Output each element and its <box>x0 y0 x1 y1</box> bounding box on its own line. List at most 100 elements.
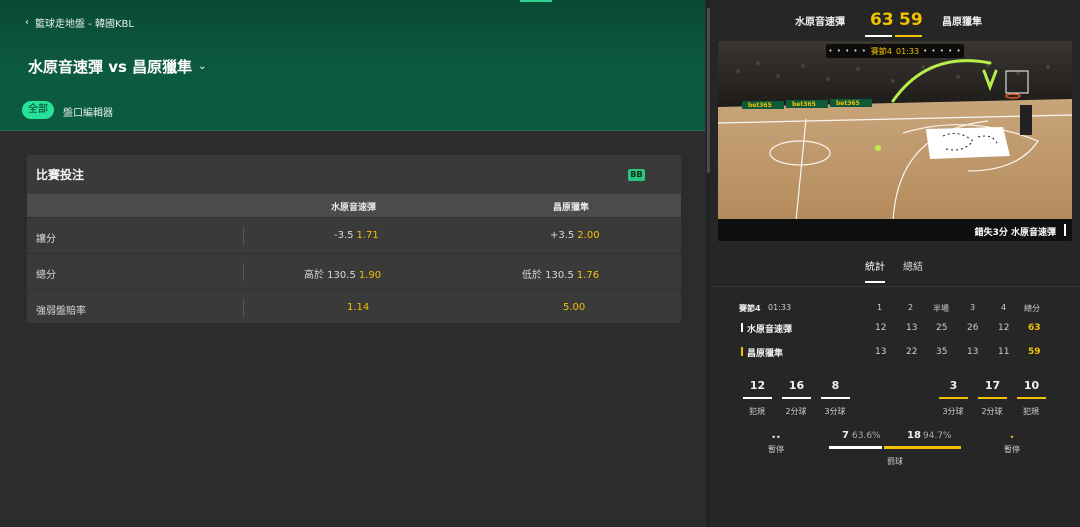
away-fouls-value: 10 <box>1023 379 1040 392</box>
away-q3: 13 <box>967 347 979 357</box>
clock-period: 賽節4 <box>870 46 893 56</box>
home-2pt-value: 16 <box>788 379 805 392</box>
odds-value: 1.90 <box>358 270 382 281</box>
away-timeouts-label: 暫停 <box>1004 445 1020 454</box>
odds-value: 1.76 <box>576 270 600 281</box>
away-3pt-label: 3分球 <box>942 407 964 416</box>
away-2pt-bar <box>978 397 1007 399</box>
home-2pt-label: 2分球 <box>785 407 807 416</box>
home-q3: 26 <box>967 323 979 333</box>
odds-button-home-handicap[interactable]: -3.5 1.71 <box>334 230 379 241</box>
odds-value: 2.00 <box>577 230 600 241</box>
header-q4: 4 <box>1001 303 1007 312</box>
breadcrumb-text[interactable]: 籃球走地盤 - 韓國KBL <box>35 15 134 30</box>
tab-stats[interactable]: 統計 <box>865 258 885 273</box>
scoreboard: 水原音速彈 63 59 昌原獵隼 <box>711 0 1080 40</box>
home-team-marker <box>741 323 743 332</box>
away-q4: 11 <box>998 347 1010 357</box>
active-tab-underline <box>865 281 885 283</box>
header-q2: 2 <box>908 303 914 312</box>
match-title-text[interactable]: 水原音速彈 vs 昌原獵隼 <box>28 56 192 77</box>
top-accent-line <box>520 0 552 2</box>
row-divider <box>243 263 244 281</box>
match-header: ‹ 籃球走地盤 - 韓國KBL 水原音速彈 vs 昌原獵隼 ⌄ 全部 盤口編輯器 <box>0 0 705 131</box>
period-time: 01:33 <box>768 303 792 312</box>
away-team-marker <box>741 347 743 356</box>
court-graphic: bet365 bet365 bet365 <box>718 41 1072 222</box>
home-q1: 12 <box>875 323 887 333</box>
left-content: ‹ 籃球走地盤 - 韓國KBL 水原音速彈 vs 昌原獵隼 ⌄ 全部 盤口編輯器… <box>0 0 705 527</box>
away-total: 59 <box>1028 347 1041 357</box>
home-ft-made: 7 <box>842 430 849 441</box>
away-score: 59 <box>899 10 923 30</box>
breadcrumb[interactable]: ‹ 籃球走地盤 - 韓國KBL <box>25 15 134 30</box>
home-3pt-bar <box>821 397 850 399</box>
away-ft-bar <box>884 446 961 449</box>
team-marker-icon <box>1064 224 1066 236</box>
home-fouls-bar <box>743 397 772 399</box>
ball-position-marker <box>875 145 881 151</box>
home-ft-bar <box>829 446 882 449</box>
chevron-down-icon[interactable]: ⌄ <box>198 61 206 72</box>
header-half: 半場 <box>933 304 949 313</box>
stats-tabs: 統計 總結 <box>711 252 1080 286</box>
odds-button-away-moneyline[interactable]: 5.00 <box>560 302 585 313</box>
column-away: 昌原獵隼 <box>553 203 590 213</box>
market-row-total: 總分 高於 130.5 1.90 低於 130.5 1.76 <box>27 253 681 289</box>
svg-text:bet365: bet365 <box>748 102 772 109</box>
market-column-headers: 水原音速彈 昌原獵隼 <box>27 194 681 217</box>
away-2pt-label: 2分球 <box>981 407 1003 416</box>
odds-button-under[interactable]: 低於 130.5 1.76 <box>522 266 599 281</box>
market-card: 比賽投注 BB 水原音速彈 昌原獵隼 讓分 -3.5 1.71 +3.5 2.00 … <box>27 155 681 323</box>
away-team-name: 昌原獵隼 <box>747 349 784 359</box>
home-q2: 13 <box>906 323 918 333</box>
svg-text:bet365: bet365 <box>836 100 860 107</box>
odds-button-over[interactable]: 高於 130.5 1.90 <box>304 266 381 281</box>
home-ft-pct: 63.6% <box>852 431 881 441</box>
svg-text:bet365: bet365 <box>792 101 816 108</box>
column-home: 水原音速彈 <box>331 203 377 213</box>
away-fouls-label: 犯規 <box>1023 407 1039 416</box>
clock-time: 01:33 <box>896 46 920 56</box>
row-divider <box>243 299 244 317</box>
line-value: -3.5 <box>334 230 354 241</box>
home-3pt-value: 8 <box>831 379 840 392</box>
market-title: 比賽投注 <box>36 168 85 182</box>
home-3pt-label: 3分球 <box>824 407 846 416</box>
hoop-stand <box>1020 105 1032 135</box>
market-row-handicap: 讓分 -3.5 1.71 +3.5 2.00 <box>27 217 681 253</box>
tab-summary[interactable]: 總結 <box>903 258 923 273</box>
match-title[interactable]: 水原音速彈 vs 昌原獵隼 ⌄ <box>28 56 207 77</box>
chevron-left-icon[interactable]: ‹ <box>25 17 29 28</box>
away-ft-made: 18 <box>907 430 921 441</box>
event-banner: 錯失3分 水原音速彈 <box>718 219 1072 241</box>
line-value: 低於 130.5 <box>522 270 574 281</box>
home-score-underline <box>865 35 892 37</box>
home-team-name: 水原音速彈 <box>747 325 793 335</box>
away-q1: 13 <box>875 347 887 357</box>
court-visualization[interactable]: bet365 bet365 bet365 • • • • • 賽節4 01:33… <box>718 41 1072 241</box>
away-half: 35 <box>936 347 948 357</box>
home-timeout-dots: • • • • • <box>828 47 867 55</box>
away-q2: 22 <box>906 347 918 357</box>
home-team-name: 水原音速彈 <box>795 17 845 28</box>
header-q3: 3 <box>970 303 976 312</box>
away-fouls-bar <box>1017 397 1046 399</box>
odds-button-away-handicap[interactable]: +3.5 2.00 <box>550 230 600 241</box>
away-ft-pct: 94.7% <box>923 431 952 441</box>
period-label: 賽節4 <box>739 304 761 313</box>
filter-editor-tab[interactable]: 盤口編輯器 <box>63 104 113 119</box>
odds-value: 1.71 <box>356 230 379 241</box>
filter-all-tab[interactable]: 全部 <box>22 101 54 119</box>
home-half: 25 <box>936 323 948 333</box>
home-q4: 12 <box>998 323 1010 333</box>
away-score-underline <box>895 35 922 37</box>
odds-button-home-moneyline[interactable]: 1.14 <box>344 302 369 313</box>
odds-value: 5.00 <box>563 302 586 313</box>
scrollbar-thumb[interactable] <box>707 8 710 173</box>
header-total: 總分 <box>1024 304 1040 313</box>
away-3pt-value: 3 <box>949 379 958 392</box>
market-header[interactable]: 比賽投注 BB <box>27 155 681 194</box>
event-text: 錯失3分 水原音速彈 <box>974 228 1056 238</box>
home-timeouts-icon: •• <box>771 433 781 442</box>
